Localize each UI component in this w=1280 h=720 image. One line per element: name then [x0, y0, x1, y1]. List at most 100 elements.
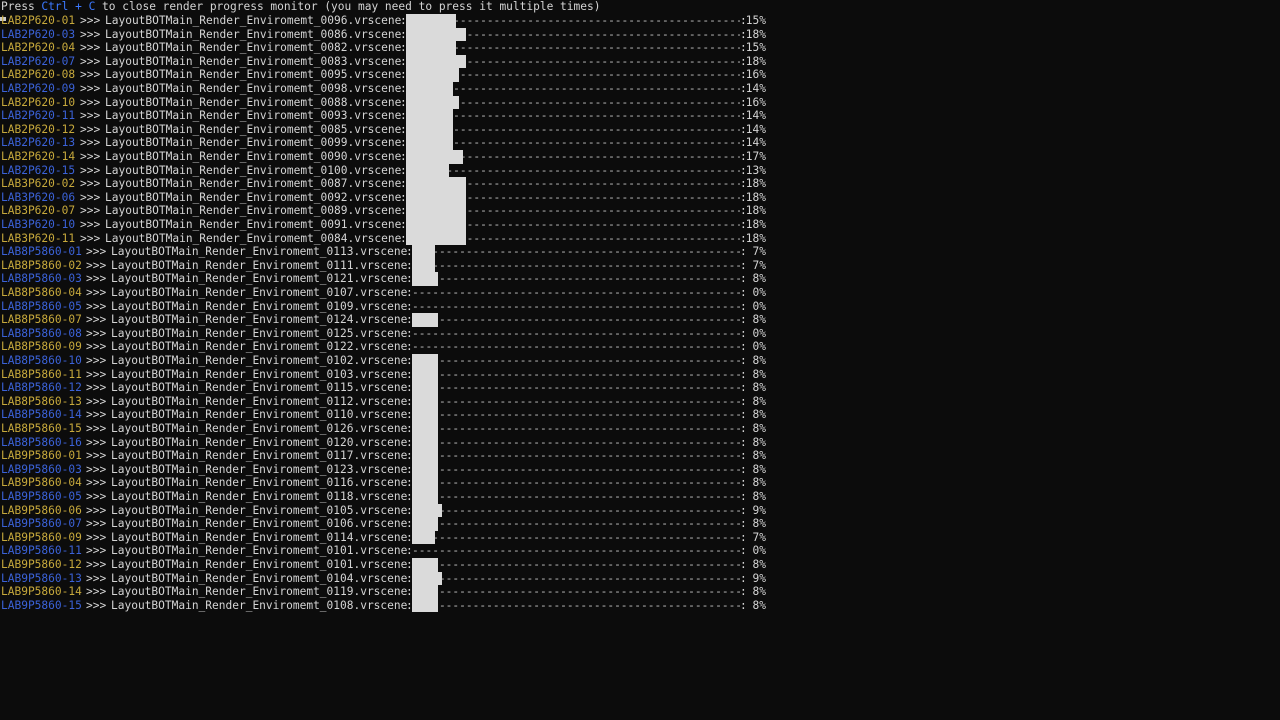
progress-percent: 7%: [752, 245, 766, 259]
progress-row: LAB8P5860-07 >>> LayoutBOTMain_Render_Envi…: [0, 313, 780, 327]
progress-row: LAB9P5860-12 >>> LayoutBOTMain_Render_Envi…: [0, 558, 780, 572]
arrow-separator: >>>: [86, 354, 107, 367]
progress-row: LAB9P5860-15 >>> LayoutBOTMain_Render_Envi…: [0, 598, 780, 613]
progress-track: ----------------------------------------…: [412, 422, 740, 435]
scene-filename: LayoutBOTMain_Render_Enviromemt_0117.vrs…: [111, 449, 408, 463]
progress-track: ----------------------------------------…: [412, 571, 740, 585]
progress-track: ----------------------------------------…: [412, 245, 740, 259]
arrow-separator: >>>: [80, 109, 101, 123]
progress-fill: [412, 558, 438, 572]
machine-name: LAB3P620-11: [1, 231, 76, 245]
progress-percent: 8%: [752, 490, 766, 503]
bar-close-colon: :: [740, 585, 747, 599]
scene-filename: LayoutBOTMain_Render_Enviromemt_0114.vrs…: [111, 530, 408, 544]
bar-close-colon: :: [740, 571, 747, 585]
scene-filename: LayoutBOTMain_Render_Enviromemt_0098.vrs…: [105, 82, 402, 95]
arrow-separator: >>>: [86, 503, 107, 517]
progress-track: ----------------------------------------…: [412, 258, 740, 272]
bar-close-colon: :: [740, 326, 747, 340]
arrow-separator: >>>: [80, 204, 101, 218]
scene-filename: LayoutBOTMain_Render_Enviromemt_0124.vrs…: [111, 313, 408, 327]
progress-track: ----------------------------------------…: [412, 598, 740, 612]
hint-suffix: to close render progress monitor (you ma…: [95, 0, 601, 13]
machine-name: LAB8P5860-05: [1, 299, 82, 313]
arrow-separator: >>>: [86, 367, 107, 381]
progress-percent: 14%: [745, 109, 766, 123]
progress-percent: 7%: [752, 530, 766, 544]
progress-row: LAB8P5860-05 >>> LayoutBOTMain_Render_Envi…: [0, 300, 780, 314]
machine-name: LAB3P620-02: [1, 177, 76, 191]
arrow-separator: >>>: [86, 381, 107, 395]
progress-track: ----------------------------------------…: [412, 503, 740, 517]
progress-row: LAB2P620-01 >>> LayoutBOTMain_Render_Envir…: [0, 14, 780, 28]
progress-bar: ----------------------------------------…: [412, 272, 740, 286]
progress-bar: ----------------------------------------…: [412, 313, 740, 327]
progress-percent: 8%: [752, 517, 766, 531]
progress-percent: 17%: [745, 150, 766, 163]
scene-filename: LayoutBOTMain_Render_Enviromemt_0083.vrs…: [105, 54, 402, 68]
scene-filename: LayoutBOTMain_Render_Enviromemt_0085.vrs…: [105, 122, 402, 136]
progress-row: LAB2P620-03 >>> LayoutBOTMain_Render_Envir…: [0, 27, 780, 42]
progress-bar: ----------------------------------------…: [412, 394, 740, 409]
bar-close-colon: :: [740, 449, 747, 463]
bar-close-colon: :: [740, 245, 747, 259]
progress-track: ----------------------------------------…: [412, 272, 740, 286]
scene-filename: LayoutBOTMain_Render_Enviromemt_0107.vrs…: [111, 286, 408, 299]
progress-fill: [406, 27, 466, 42]
arrow-separator: >>>: [86, 585, 107, 599]
progress-fill: [406, 95, 459, 110]
progress-percent: 8%: [752, 462, 766, 476]
arrow-separator: >>>: [80, 163, 101, 177]
arrow-separator: >>>: [86, 272, 107, 286]
progress-percent: 0%: [752, 544, 766, 558]
progress-track: ----------------------------------------…: [412, 299, 740, 313]
progress-track: ----------------------------------------…: [412, 286, 740, 299]
machine-name: LAB3P620-10: [1, 218, 76, 231]
bar-close-colon: :: [740, 272, 747, 286]
progress-row: LAB8P5860-09 >>> LayoutBOTMain_Render_Envi…: [0, 340, 780, 354]
machine-name: LAB9P5860-05: [1, 490, 82, 503]
terminal-window[interactable]: Press Ctrl + C to close render progress …: [0, 0, 1280, 720]
progress-row: LAB8P5860-02 >>> LayoutBOTMain_Render_Envi…: [0, 258, 780, 273]
progress-row: LAB9P5860-01 >>> LayoutBOTMain_Render_Envi…: [0, 449, 780, 463]
machine-name: LAB9P5860-14: [1, 585, 82, 599]
progress-percent: 16%: [745, 68, 766, 82]
scene-filename: LayoutBOTMain_Render_Enviromemt_0091.vrs…: [105, 218, 402, 231]
progress-row: LAB3P620-07 >>> LayoutBOTMain_Render_Envir…: [0, 204, 780, 218]
machine-name: LAB2P620-03: [1, 27, 76, 41]
arrow-separator: >>>: [80, 190, 101, 204]
progress-row: LAB2P620-12 >>> LayoutBOTMain_Render_Envir…: [0, 122, 780, 137]
arrow-separator: >>>: [86, 340, 107, 354]
arrow-separator: >>>: [86, 490, 107, 503]
scene-filename: LayoutBOTMain_Render_Enviromemt_0102.vrs…: [111, 354, 408, 367]
machine-name: LAB9P5860-11: [1, 544, 82, 558]
progress-bar: ----------------------------------------…: [406, 218, 740, 232]
progress-percent: 8%: [752, 313, 766, 327]
progress-percent: 8%: [752, 272, 766, 286]
progress-bar: ----------------------------------------…: [406, 68, 740, 82]
bar-close-colon: :: [740, 476, 747, 490]
scene-filename: LayoutBOTMain_Render_Enviromemt_0095.vrs…: [105, 68, 402, 82]
machine-name: LAB8P5860-02: [1, 258, 82, 272]
bar-close-colon: :: [740, 517, 747, 531]
bar-close-colon: :: [740, 354, 747, 367]
scene-filename: LayoutBOTMain_Render_Enviromemt_0093.vrs…: [105, 109, 402, 123]
scene-filename: LayoutBOTMain_Render_Enviromemt_0084.vrs…: [105, 231, 402, 245]
progress-row: LAB2P620-09 >>> LayoutBOTMain_Render_Envir…: [0, 82, 780, 96]
progress-row: LAB9P5860-11 >>> LayoutBOTMain_Render_Envi…: [0, 544, 780, 558]
progress-bar: ----------------------------------------…: [412, 476, 740, 490]
progress-bar: ----------------------------------------…: [412, 503, 740, 518]
progress-percent: 13%: [745, 163, 766, 177]
progress-bar: ----------------------------------------…: [406, 109, 740, 123]
progress-fill: [412, 272, 438, 286]
progress-fill: [412, 530, 435, 545]
progress-percent: 18%: [745, 27, 766, 41]
scene-filename: LayoutBOTMain_Render_Enviromemt_0121.vrs…: [111, 272, 408, 286]
progress-track: ----------------------------------------…: [412, 394, 740, 408]
progress-fill: [406, 231, 466, 246]
progress-percent: 16%: [745, 95, 766, 109]
progress-row: LAB9P5860-03 >>> LayoutBOTMain_Render_Envi…: [0, 462, 780, 477]
scene-filename: LayoutBOTMain_Render_Enviromemt_0110.vrs…: [111, 408, 408, 422]
machine-name: LAB9P5860-03: [1, 462, 82, 476]
arrow-separator: >>>: [80, 41, 101, 55]
